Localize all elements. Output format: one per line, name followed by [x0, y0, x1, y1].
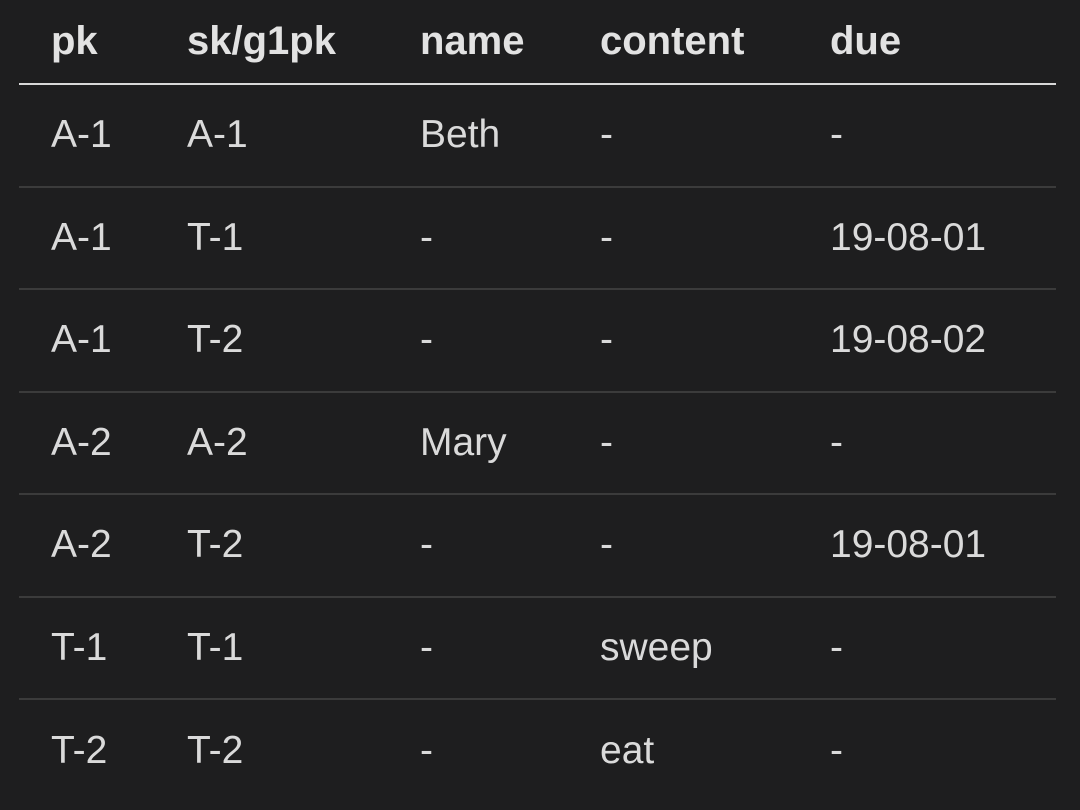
cell-sk-g1pk: T-1	[155, 186, 388, 290]
table-row: T-2 T-2 - eat -	[19, 699, 1056, 802]
table-row: A-2 T-2 - - 19-08-01	[19, 494, 1056, 598]
cell-sk-g1pk: A-2	[155, 391, 388, 495]
cell-content: eat	[600, 728, 655, 772]
cell-due: -	[798, 596, 1056, 700]
cell-name: -	[388, 186, 568, 290]
cell-pk: A-1	[19, 289, 155, 393]
cell-due: -	[798, 391, 1056, 495]
table-row: A-2 A-2 Mary - -	[19, 391, 1056, 495]
cell-name: -	[388, 494, 568, 598]
cell-content: -	[568, 391, 798, 495]
cell-pk: A-2	[19, 391, 155, 495]
cell-content: -	[568, 289, 798, 393]
table-row: A-1 T-2 - - 19-08-02	[19, 289, 1056, 393]
column-header-sk-g1pk: sk/g1pk	[155, 0, 388, 85]
cell-due: -	[830, 728, 843, 772]
cell-sk-g1pk: T-2	[187, 728, 244, 772]
table-header: pk sk/g1pk name content due	[19, 0, 1056, 85]
cell-pk: A-2	[19, 494, 155, 598]
header-row: pk sk/g1pk name content due	[19, 0, 1056, 85]
cell-due: 19-08-02	[798, 289, 1056, 393]
cell-pk: A-1	[19, 186, 155, 290]
cell-name: Mary	[388, 391, 568, 495]
cell-sk-g1pk: A-1	[155, 84, 388, 188]
column-header-due: due	[798, 0, 1056, 85]
data-table-container: pk sk/g1pk name content due A-1 A-1 Beth…	[19, 0, 1056, 802]
cell-sk-g1pk: T-1	[155, 596, 388, 700]
table-row: T-1 T-1 - sweep -	[19, 596, 1056, 700]
cell-sk-g1pk: T-2	[155, 494, 388, 598]
table-row: A-1 T-1 - - 19-08-01	[19, 186, 1056, 290]
cell-sk-g1pk: T-2	[155, 289, 388, 393]
cell-name: -	[388, 289, 568, 393]
cell-due: 19-08-01	[798, 494, 1056, 598]
cell-content: sweep	[568, 596, 798, 700]
cell-pk: T-1	[19, 596, 155, 700]
column-header-content: content	[568, 0, 798, 85]
cell-pk: A-1	[19, 84, 155, 188]
cell-content: -	[568, 84, 798, 188]
cell-name: -	[420, 728, 433, 772]
cell-name: -	[388, 596, 568, 700]
table-row: A-1 A-1 Beth - -	[19, 84, 1056, 188]
column-header-pk: pk	[19, 0, 155, 85]
table-body: A-1 A-1 Beth - - A-1 T-1 - - 19-08-01 A-…	[19, 84, 1056, 802]
cell-due: 19-08-01	[798, 186, 1056, 290]
cell-name: Beth	[388, 84, 568, 188]
cell-pk: T-2	[51, 728, 108, 772]
cell-due: -	[798, 84, 1056, 188]
cell-content: -	[568, 186, 798, 290]
cell-content: -	[568, 494, 798, 598]
column-header-name: name	[388, 0, 568, 85]
data-table: pk sk/g1pk name content due A-1 A-1 Beth…	[19, 0, 1056, 802]
